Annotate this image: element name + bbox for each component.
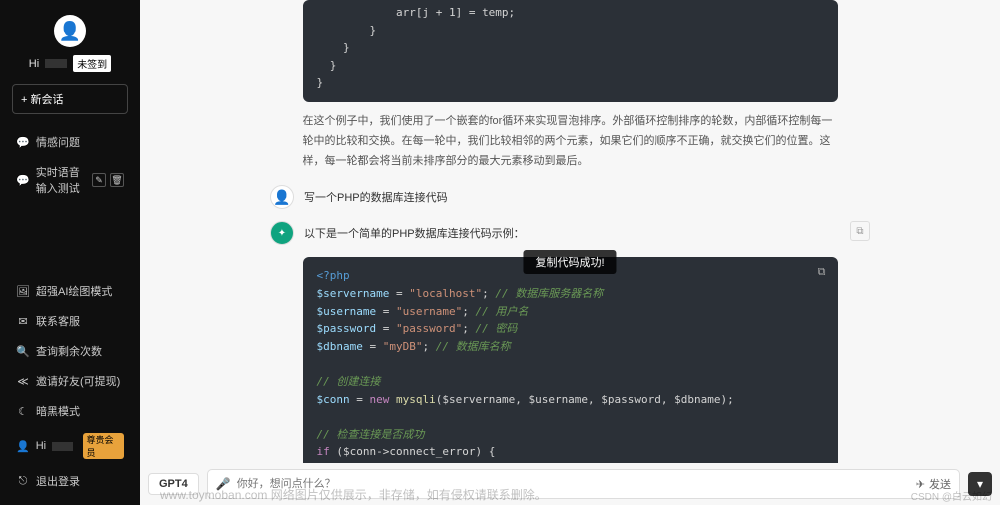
chat-scroll[interactable]: arr[j + 1] = temp; } } } } 在这个例子中，我们使用了一… xyxy=(140,0,1000,463)
scroll-down-button[interactable]: ▾ xyxy=(968,472,992,496)
code-block-prev: arr[j + 1] = temp; } } } } xyxy=(303,0,838,102)
main-panel: arr[j + 1] = temp; } } } } 在这个例子中，我们使用了一… xyxy=(140,0,1000,505)
sidebar: 👤 Hi 未签到 + 新会话 💬 情感问题 💬 实时语音输入测试 ✎ 🗑 xyxy=(0,0,140,505)
code-line: } xyxy=(317,39,824,57)
greeting-prefix: Hi xyxy=(29,58,39,70)
invite-friends-link[interactable]: ≪ 邀请好友(可提现) xyxy=(12,367,128,395)
code-line: } xyxy=(317,74,824,92)
nav-label: 查询剩余次数 xyxy=(36,343,102,359)
input-wrap: 🎤 ✈ 发送 xyxy=(207,469,960,499)
user-avatar-small: 👤 xyxy=(270,185,294,209)
explain-text: 在这个例子中，我们使用了一个嵌套的for循环来实现冒泡排序。外部循环控制排序的轮… xyxy=(303,112,838,171)
wechat-icon: ✉ xyxy=(16,315,30,328)
query-remaining-link[interactable]: 🔍 查询剩余次数 xyxy=(12,337,128,365)
greeting-row: Hi 未签到 xyxy=(29,55,111,72)
conversation-label: 实时语音输入测试 xyxy=(36,164,86,196)
code-block-php: ⧉ <?php $servername = "localhost"; // 数据… xyxy=(303,257,838,463)
bot-avatar: ✦ xyxy=(270,221,294,245)
nav-label: 退出登录 xyxy=(36,473,80,489)
user-avatar[interactable]: 👤 xyxy=(54,15,86,47)
logout-link[interactable]: ⎋ 退出登录 xyxy=(12,467,128,495)
code-line: } xyxy=(317,57,824,75)
send-icon: ✈ xyxy=(916,478,925,491)
username-redacted xyxy=(52,442,72,451)
code-token: <?php xyxy=(317,269,350,282)
mic-icon[interactable]: 🎤 xyxy=(216,477,231,491)
message-icon: 💬 xyxy=(16,174,30,187)
edit-icon[interactable]: ✎ xyxy=(92,173,106,187)
conversation-item-active[interactable]: 💬 实时语音输入测试 ✎ 🗑 xyxy=(12,158,128,202)
code-line: } xyxy=(317,22,824,40)
vip-badge: 尊贵会员 xyxy=(83,433,124,459)
moon-icon: ☾ xyxy=(16,405,30,418)
ai-draw-link[interactable]: 🖼 超强AI绘图模式 xyxy=(12,277,128,305)
bot-message-row: ✦ 以下是一个简单的PHP数据库连接代码示例： ⧉ xyxy=(270,221,870,245)
user-row[interactable]: 👤 Hi 尊贵会员 xyxy=(12,427,128,465)
message-actions: ⧉ xyxy=(850,221,870,241)
copy-message-icon[interactable]: ⧉ xyxy=(850,221,870,241)
invite-icon: ≪ xyxy=(16,375,30,388)
nav-label: 暗黑模式 xyxy=(36,403,80,419)
conversation-item[interactable]: 💬 情感问题 xyxy=(12,128,128,156)
delete-icon[interactable]: 🗑 xyxy=(110,173,124,187)
dark-mode-toggle[interactable]: ☾ 暗黑模式 xyxy=(12,397,128,425)
user-message-text: 写一个PHP的数据库连接代码 xyxy=(304,185,870,205)
image-icon: 🖼 xyxy=(16,285,30,298)
bottom-nav: 🖼 超强AI绘图模式 ✉ 联系客服 🔍 查询剩余次数 ≪ 邀请好友(可提现) ☾… xyxy=(12,277,128,495)
checkin-badge[interactable]: 未签到 xyxy=(73,55,111,72)
nav-label: 超强AI绘图模式 xyxy=(36,283,112,299)
new-chat-button[interactable]: + 新会话 xyxy=(12,84,128,114)
copy-code-icon[interactable]: ⧉ xyxy=(814,263,830,279)
username-redacted xyxy=(45,59,67,68)
nav-label: 邀请好友(可提现) xyxy=(36,373,120,389)
code-token: $servername xyxy=(317,287,390,300)
contact-support-link[interactable]: ✉ 联系客服 xyxy=(12,307,128,335)
search-icon: 🔍 xyxy=(16,345,30,358)
user-prefix: Hi xyxy=(36,440,46,452)
person-icon: 👤 xyxy=(16,440,30,453)
message-icon: 💬 xyxy=(16,136,30,149)
input-bar: GPT4 🎤 ✈ 发送 ▾ xyxy=(140,463,1000,505)
logout-icon: ⎋ xyxy=(16,475,30,488)
model-badge[interactable]: GPT4 xyxy=(148,473,199,495)
nav-label: 联系客服 xyxy=(36,313,80,329)
send-button[interactable]: ✈ 发送 xyxy=(916,476,951,492)
bot-message-text: 以下是一个简单的PHP数据库连接代码示例： xyxy=(304,221,840,241)
chat-input[interactable] xyxy=(237,474,910,494)
conversation-label: 情感问题 xyxy=(36,134,80,150)
conversation-list: 💬 情感问题 💬 实时语音输入测试 ✎ 🗑 xyxy=(12,128,128,202)
avatar-section: 👤 Hi 未签到 xyxy=(12,15,128,72)
copy-success-toast: 复制代码成功! xyxy=(523,250,616,274)
code-line: arr[j + 1] = temp; xyxy=(317,4,824,22)
user-message-row: 👤 写一个PHP的数据库连接代码 xyxy=(270,185,870,209)
